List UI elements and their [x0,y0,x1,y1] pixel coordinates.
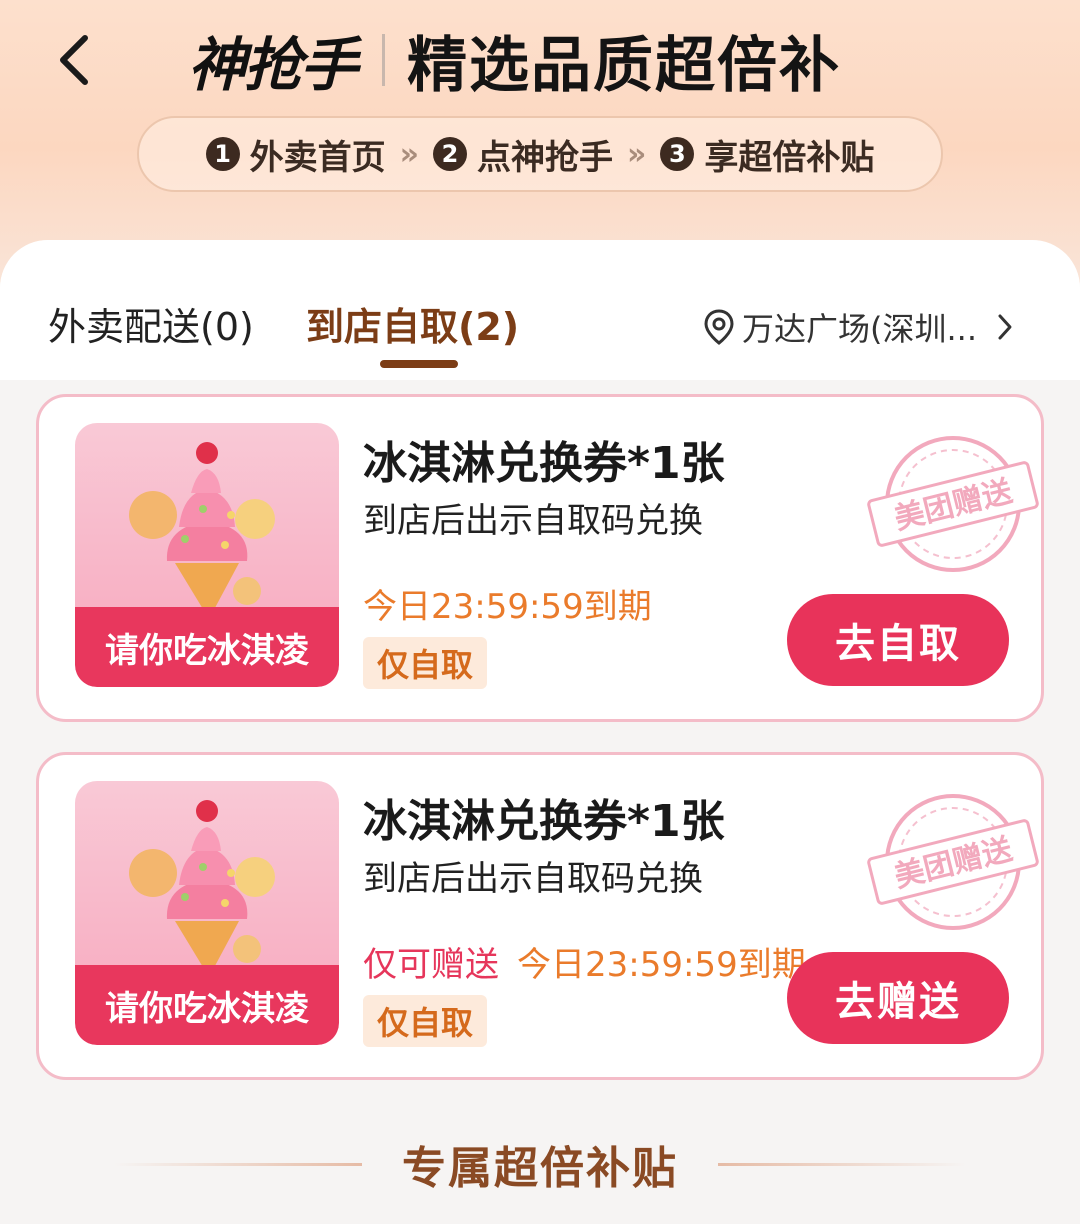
step-label: 享超倍补贴 [704,137,875,178]
step-label: 点神抢手 [477,137,613,178]
step-number: 3 [660,137,695,171]
section-title: 专属超倍补贴 [402,1143,678,1194]
page-subtitle: 精选品质超倍补 [407,30,842,101]
step-2: 2 点神抢手 [433,130,613,179]
gift-only-label: 仅可赠送 [363,945,499,985]
location-name: 万达广场(深圳... [742,310,978,348]
gift-button[interactable]: 去赠送 [787,952,1009,1044]
page-title: 神抢手 精选品质超倍补 [188,20,841,101]
ice-cream-image: 请你吃冰淇凌 [75,423,339,687]
coupon-title: 冰淇淋兑换券*1张 [363,796,725,847]
ice-cream-image: 请你吃冰淇凌 [75,781,339,1045]
active-tab-indicator [380,360,458,368]
image-caption: 请你吃冰淇凌 [75,607,339,687]
brand-logo: 神抢手 [188,31,358,99]
coupon-description: 到店后出示自取码兑换 [363,501,703,541]
double-chevron-icon: » [399,136,419,172]
coupon-card: 请你吃冰淇凌 冰淇淋兑换券*1张 到店后出示自取码兑换 仅可赠送 今日23:59:… [36,752,1044,1080]
step-1: 1 外卖首页 [205,130,386,179]
gift-stamp-icon: 美团赠送 [867,794,1039,930]
divider-line [114,1162,362,1166]
coupon-title: 冰淇淋兑换券*1张 [363,438,725,489]
expiry-text: 今日23:59:59到期 [517,945,806,985]
step-3: 3 享超倍补贴 [660,130,874,179]
back-arrow-icon [60,35,88,85]
pickup-only-tag: 仅自取 [363,995,488,1047]
location-selector[interactable]: 万达广场(深圳... [704,302,1013,352]
tab-bar: 外卖配送(0) 到店自取(2) 万达广场(深圳... [0,240,1080,380]
gift-stamp-icon: 美团赠送 [867,436,1039,572]
coupon-card: 请你吃冰淇凌 冰淇淋兑换券*1张 到店后出示自取码兑换 今日23:59:59到期… [36,394,1044,722]
tab-delivery[interactable]: 外卖配送(0) [48,302,254,352]
coupon-expiry: 仅可赠送 今日23:59:59到期 [363,937,806,986]
location-pin-icon [704,309,734,345]
title-divider [382,34,386,86]
back-button[interactable] [44,30,104,90]
chevron-right-icon [997,313,1013,341]
tab-pickup[interactable]: 到店自取(2) [306,302,519,352]
step-number: 2 [433,137,467,171]
double-chevron-icon: » [627,136,647,172]
section-header: 专属超倍补贴 [0,1132,1080,1196]
coupon-description: 到店后出示自取码兑换 [363,859,703,899]
divider-line [718,1162,966,1166]
step-label: 外卖首页 [249,137,386,178]
expiry-text: 今日23:59:59到期 [363,587,652,627]
steps-guide: 1 外卖首页 » 2 点神抢手 » 3 享超倍补贴 [137,116,943,192]
image-caption: 请你吃冰淇凌 [75,965,339,1045]
pickup-only-tag: 仅自取 [363,637,488,689]
pickup-button[interactable]: 去自取 [787,594,1009,686]
coupon-expiry: 今日23:59:59到期 [363,579,652,628]
step-number: 1 [205,137,240,171]
